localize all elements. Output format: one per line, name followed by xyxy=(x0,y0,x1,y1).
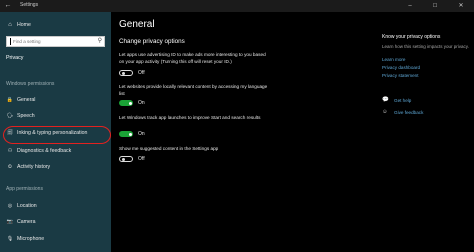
privacy-info-text: Learn how this setting impacts your priv… xyxy=(382,44,469,49)
sidebar-item-home[interactable]: ⌂ Home xyxy=(0,19,111,31)
privacy-info-heading: Know your privacy options xyxy=(382,34,441,40)
privacy-dashboard-link[interactable]: Privacy dashboard xyxy=(382,65,420,70)
back-arrow-icon: ← xyxy=(4,2,12,9)
window-title: Settings xyxy=(20,2,39,8)
sidebar-item-camera[interactable]: 📷 Camera xyxy=(0,216,111,228)
privacy-heading: Privacy xyxy=(6,55,24,61)
search-icon[interactable]: ⚲ xyxy=(98,37,102,46)
sidebar-item-label: Speech xyxy=(17,113,35,119)
sidebar: ⌂ Home ⚲ Privacy Windows permissions 🔒 G… xyxy=(0,12,111,252)
home-icon: ⌂ xyxy=(8,22,12,28)
sidebar-item-label: Diagnostics & feedback xyxy=(17,148,72,154)
maximize-button[interactable]: ☐ xyxy=(426,0,444,12)
help-chat-icon: 💬 xyxy=(382,97,389,103)
give-feedback-label: Give feedback xyxy=(394,110,424,115)
maximize-icon: ☐ xyxy=(432,3,438,9)
sidebar-item-activity-history[interactable]: ⏲ Activity history xyxy=(0,161,111,173)
privacy-statement-link[interactable]: Privacy statement xyxy=(382,73,419,78)
main-content: General Change privacy options Let apps … xyxy=(111,12,474,252)
close-icon: ✕ xyxy=(458,3,464,9)
page-title: General xyxy=(119,19,155,30)
option-description: Show me suggested content in the Setting… xyxy=(119,146,219,151)
toggle-knob xyxy=(121,72,125,75)
get-help-label: Get help xyxy=(394,98,412,103)
advertising-id-toggle[interactable] xyxy=(119,70,133,76)
close-button[interactable]: ✕ xyxy=(452,0,470,12)
sidebar-item-label: Activity history xyxy=(17,164,51,170)
toggle-state-label: Off xyxy=(138,156,145,162)
search-box[interactable]: ⚲ xyxy=(6,36,105,47)
option-description: Let Windows track app launches to improv… xyxy=(119,115,261,120)
title-bar: ← Settings – ☐ ✕ xyxy=(0,0,474,12)
learn-more-link[interactable]: Learn more xyxy=(382,57,406,62)
sidebar-item-label: General xyxy=(17,97,36,103)
app-permissions-label: App permissions xyxy=(6,186,43,192)
lock-icon: 🔒 xyxy=(6,97,14,103)
highlight-annotation xyxy=(3,126,111,144)
diagnostics-icon: ⚇ xyxy=(7,148,13,154)
toggle-state-label: On xyxy=(138,100,145,106)
sidebar-item-general[interactable]: 🔒 General xyxy=(0,94,111,106)
search-input[interactable] xyxy=(7,37,95,46)
back-button[interactable]: ← xyxy=(3,1,13,11)
language-list-toggle[interactable] xyxy=(119,100,133,106)
toggle-state-label: Off xyxy=(138,70,145,76)
suggested-content-toggle[interactable] xyxy=(119,156,133,162)
section-heading: Change privacy options xyxy=(119,38,185,45)
toggle-knob xyxy=(128,133,132,136)
microphone-icon: 🎙 xyxy=(6,236,14,242)
feedback-icon: ☺ xyxy=(382,109,388,115)
location-icon: ◎ xyxy=(7,203,13,209)
sidebar-item-label: Location xyxy=(17,203,37,209)
camera-icon: 📷 xyxy=(6,219,14,225)
activity-icon: ⏲ xyxy=(8,164,12,170)
sidebar-item-label: Home xyxy=(17,22,31,28)
minimize-icon: – xyxy=(408,3,412,9)
sidebar-item-label: Camera xyxy=(17,219,36,225)
toggle-knob xyxy=(128,102,132,105)
sidebar-item-speech[interactable]: 🗣 Speech xyxy=(0,110,111,122)
windows-permissions-label: Windows permissions xyxy=(6,81,55,87)
sidebar-item-label: Microphone xyxy=(17,236,45,242)
track-app-launches-toggle[interactable] xyxy=(119,131,133,137)
toggle-state-label: On xyxy=(138,131,145,137)
minimize-button[interactable]: – xyxy=(401,0,419,12)
text-caret xyxy=(10,38,11,45)
speech-icon: 🗣 xyxy=(6,113,14,119)
sidebar-item-diagnostics[interactable]: ⚇ Diagnostics & feedback xyxy=(0,145,111,157)
option-description: Let websites provide locally relevant co… xyxy=(119,84,268,96)
sidebar-item-location[interactable]: ◎ Location xyxy=(0,200,111,212)
option-description: Let apps use advertising ID to make ads … xyxy=(119,52,266,64)
sidebar-item-microphone[interactable]: 🎙 Microphone xyxy=(0,233,111,245)
toggle-knob xyxy=(121,158,125,161)
